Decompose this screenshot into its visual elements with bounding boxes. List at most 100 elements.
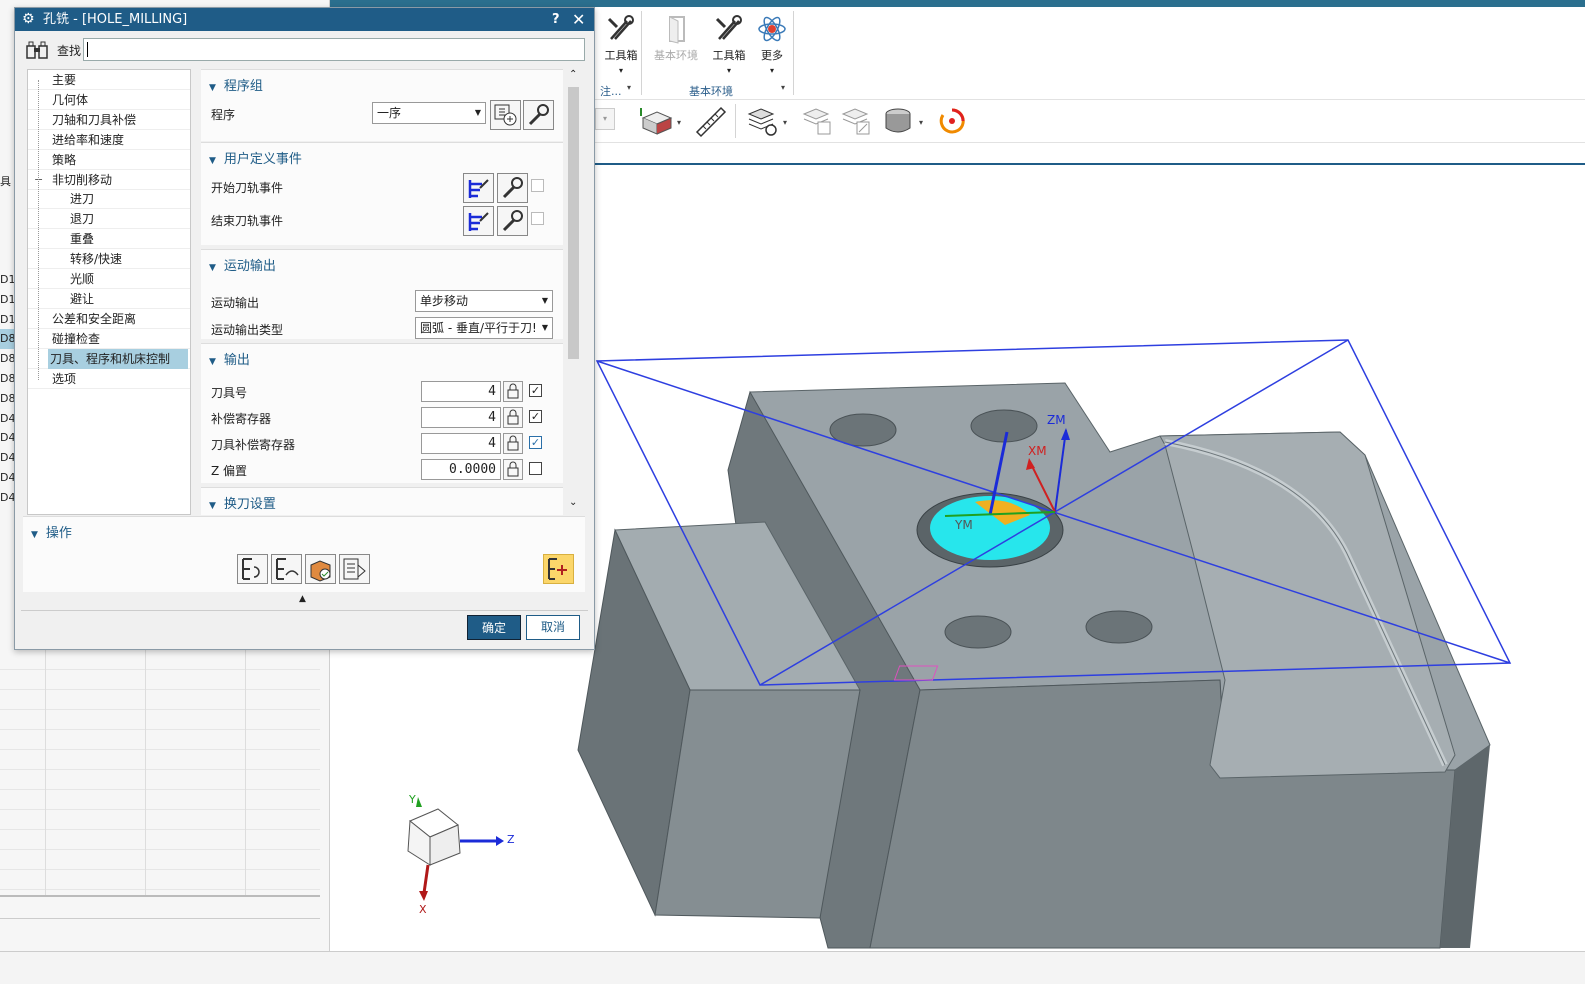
layers-gear-icon xyxy=(747,108,777,136)
triad-y-label: Y xyxy=(409,793,416,806)
end-event-edit-button[interactable] xyxy=(497,206,528,236)
ok-button[interactable]: 确定 xyxy=(467,615,521,640)
tree-item[interactable]: 避让 xyxy=(28,289,190,309)
collapse-toggle[interactable]: ▲ xyxy=(15,594,594,610)
new-program-button[interactable] xyxy=(490,100,521,130)
scroll-down-arrow[interactable]: ⌄ xyxy=(569,497,577,508)
group-dropdown[interactable]: ▾ xyxy=(627,83,631,92)
tree-item[interactable]: 公差和安全距离 xyxy=(28,309,190,329)
motion-type-select[interactable]: 圆弧 - 垂直/平行于刀! ▼ xyxy=(415,317,553,339)
properties-scrollbar[interactable]: ⌃ ⌄ xyxy=(566,69,581,515)
list-button[interactable] xyxy=(339,554,370,584)
tree-item[interactable]: 重叠 xyxy=(28,229,190,250)
motion-output-select[interactable]: 单步移动 ▼ xyxy=(415,290,553,312)
filter-dropdown[interactable]: ▾ xyxy=(595,108,615,130)
end-event-button[interactable] xyxy=(463,206,494,236)
cancel-button[interactable]: 取消 xyxy=(526,615,580,640)
render-style-button[interactable]: ▾ xyxy=(639,104,681,138)
tree-item[interactable]: − 非切削移动 xyxy=(28,170,190,190)
basic-env-button[interactable]: 基本环境 xyxy=(652,11,700,81)
tool-comp-register-checkbox[interactable]: ✓ xyxy=(529,436,542,449)
verify-button[interactable] xyxy=(305,554,336,584)
regenerate-button[interactable] xyxy=(935,104,971,138)
close-button[interactable]: ✕ xyxy=(572,8,585,31)
user-events-header[interactable]: ▼ 用户定义事件 xyxy=(209,148,302,167)
start-event-checkbox[interactable] xyxy=(531,179,544,192)
operations-header[interactable]: ▼ 操作 xyxy=(31,522,72,541)
tree-item[interactable]: 刀具、程序和机床控制 xyxy=(28,348,190,369)
tree-item-label: 策略 xyxy=(52,152,77,167)
tree-item[interactable]: 进刀 xyxy=(28,189,190,210)
copy-layer-button[interactable] xyxy=(800,104,836,138)
program-select[interactable]: 一序 ▼ xyxy=(372,102,486,124)
tree-item[interactable]: 碰撞检查 xyxy=(28,329,190,349)
collapse-arrow-icon: ▲ xyxy=(299,594,306,604)
dialog-title-bar[interactable]: ⚙ 孔铣 - [HOLE_MILLING] ? ✕ xyxy=(15,8,594,31)
shaded-body-button[interactable]: ▾ xyxy=(881,104,923,138)
wrench-icon xyxy=(502,210,523,232)
tree-item[interactable]: 进给率和速度 xyxy=(28,130,190,150)
csys-xm-label: XM xyxy=(1028,444,1047,458)
z-offset-checkbox[interactable] xyxy=(529,462,542,475)
tool-comp-register-label: 刀具补偿寄存器 xyxy=(211,438,296,452)
z-offset-lock[interactable] xyxy=(503,459,523,480)
lock-icon xyxy=(507,435,519,451)
more-button[interactable]: 更多 ▾ xyxy=(748,11,796,81)
tree-item[interactable]: 光顺 xyxy=(28,269,190,289)
tree-item[interactable]: 策略 xyxy=(28,150,190,170)
tool-change-header[interactable]: ▼ 换刀设置 xyxy=(209,493,276,512)
output-header[interactable]: ▼ 输出 xyxy=(209,349,250,368)
measure-button[interactable] xyxy=(693,104,729,138)
list-icon xyxy=(343,558,366,580)
replay-button[interactable] xyxy=(271,554,302,584)
navigator-grid xyxy=(0,650,320,895)
end-event-label: 结束刀轨事件 xyxy=(211,214,284,228)
toolbox-button[interactable]: 工具箱 ▾ xyxy=(597,11,645,81)
tree-item[interactable]: 几何体 xyxy=(28,90,190,110)
scroll-thumb[interactable] xyxy=(568,87,579,359)
z-offset-value: 0.0000 xyxy=(449,462,496,477)
end-event-checkbox[interactable] xyxy=(531,212,544,225)
csys-ym-label: YM xyxy=(955,518,973,532)
replay-icon xyxy=(276,558,299,580)
comp-register-lock[interactable] xyxy=(503,407,523,428)
layer-settings-button[interactable]: ▾ xyxy=(745,104,787,138)
move-layer-button[interactable] xyxy=(839,104,875,138)
generate-button[interactable] xyxy=(237,554,268,584)
toolbox-button-2[interactable]: 工具箱 ▾ xyxy=(705,11,753,81)
tool-number-label: 刀具号 xyxy=(211,386,248,400)
tool-path-display-button[interactable] xyxy=(543,554,574,584)
section-title: 用户定义事件 xyxy=(223,152,302,167)
motion-type-value: 圆弧 - 垂直/平行于刀! xyxy=(420,321,537,335)
comp-register-input[interactable]: 4 xyxy=(421,407,501,428)
path-event-icon xyxy=(468,212,489,231)
tool-number-input[interactable]: 4 xyxy=(421,381,501,402)
tree-item[interactable]: 主要 xyxy=(28,70,190,90)
grid-col-divider xyxy=(145,650,146,895)
group-dropdown[interactable]: ▾ xyxy=(781,83,785,92)
scroll-up-arrow[interactable]: ⌃ xyxy=(569,69,577,80)
find-row: 查找 xyxy=(15,32,594,68)
z-offset-input[interactable]: 0.0000 xyxy=(421,459,501,480)
tree-item[interactable]: 退刀 xyxy=(28,209,190,230)
comp-register-checkbox[interactable]: ✓ xyxy=(529,410,542,423)
tree-item[interactable]: 转移/快速 xyxy=(28,249,190,270)
wrench-icon xyxy=(528,104,549,126)
properties-panel: ▼ 程序组 程序 一序 ▼ ▼ 用户定义事件 开始刀轨事件 结束刀轨事件 ▼ 运… xyxy=(201,69,581,515)
tree-item[interactable]: 选项 xyxy=(28,369,190,389)
start-event-button[interactable] xyxy=(463,173,494,203)
operations-section: ▼ 操作 xyxy=(23,516,585,592)
tool-number-lock[interactable] xyxy=(503,381,523,402)
find-input[interactable] xyxy=(83,38,585,61)
tool-number-checkbox[interactable]: ✓ xyxy=(529,384,542,397)
tool-comp-register-input[interactable]: 4 xyxy=(421,433,501,454)
program-group-header[interactable]: ▼ 程序组 xyxy=(209,75,263,94)
section-title: 程序组 xyxy=(223,79,263,94)
start-event-edit-button[interactable] xyxy=(497,173,528,203)
motion-output-header[interactable]: ▼ 运动输出 xyxy=(209,255,276,274)
tool-comp-register-lock[interactable] xyxy=(503,433,523,454)
settings-tree[interactable]: 主要 几何体 刀轴和刀具补偿 进给率和速度策略 − 非切削移动 进刀 退刀 重叠 转移/快速 光顺避… xyxy=(27,69,191,515)
tree-item[interactable]: 刀轴和刀具补偿 xyxy=(28,110,190,130)
help-button[interactable]: ? xyxy=(552,8,560,31)
edit-program-button[interactable] xyxy=(523,100,554,130)
